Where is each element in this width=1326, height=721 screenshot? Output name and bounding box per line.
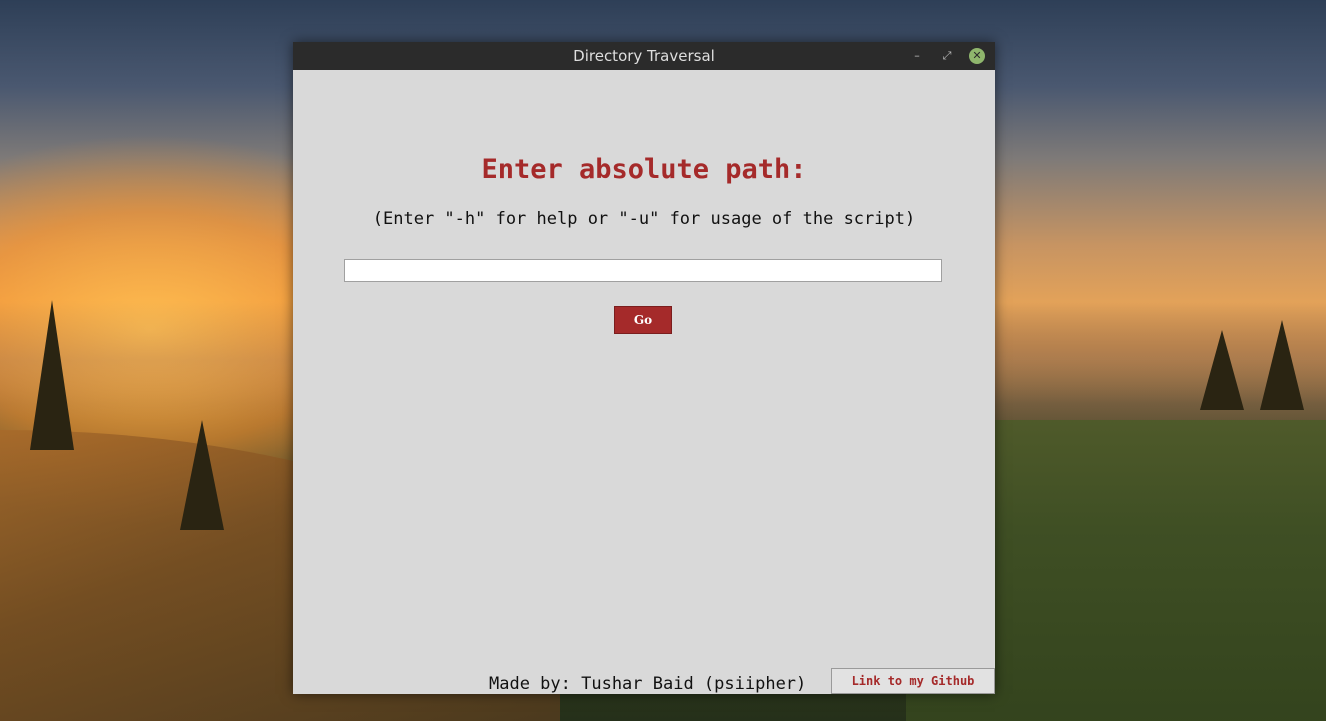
wallpaper-tree	[30, 300, 74, 450]
close-icon[interactable]: ✕	[969, 48, 985, 64]
window-content: Enter absolute path: (Enter "-h" for hel…	[293, 70, 995, 694]
wallpaper-tree	[180, 420, 224, 530]
go-button[interactable]: Go	[614, 306, 672, 334]
github-link-button[interactable]: Link to my Github	[831, 668, 995, 694]
path-input[interactable]	[344, 259, 942, 282]
window-titlebar[interactable]: Directory Traversal – ⤢ ✕	[293, 42, 995, 70]
window-title: Directory Traversal	[573, 47, 715, 65]
wallpaper-tree	[1200, 330, 1244, 410]
help-hint-text: (Enter "-h" for help or "-u" for usage o…	[372, 209, 916, 229]
wallpaper-tree	[1260, 320, 1304, 410]
path-prompt-heading: Enter absolute path:	[481, 154, 807, 185]
minimize-icon[interactable]: –	[909, 48, 925, 64]
author-credit: Made by: Tushar Baid (psiipher)	[489, 674, 807, 694]
app-window: Directory Traversal – ⤢ ✕ Enter absolute…	[293, 42, 995, 694]
maximize-icon[interactable]: ⤢	[939, 48, 955, 64]
